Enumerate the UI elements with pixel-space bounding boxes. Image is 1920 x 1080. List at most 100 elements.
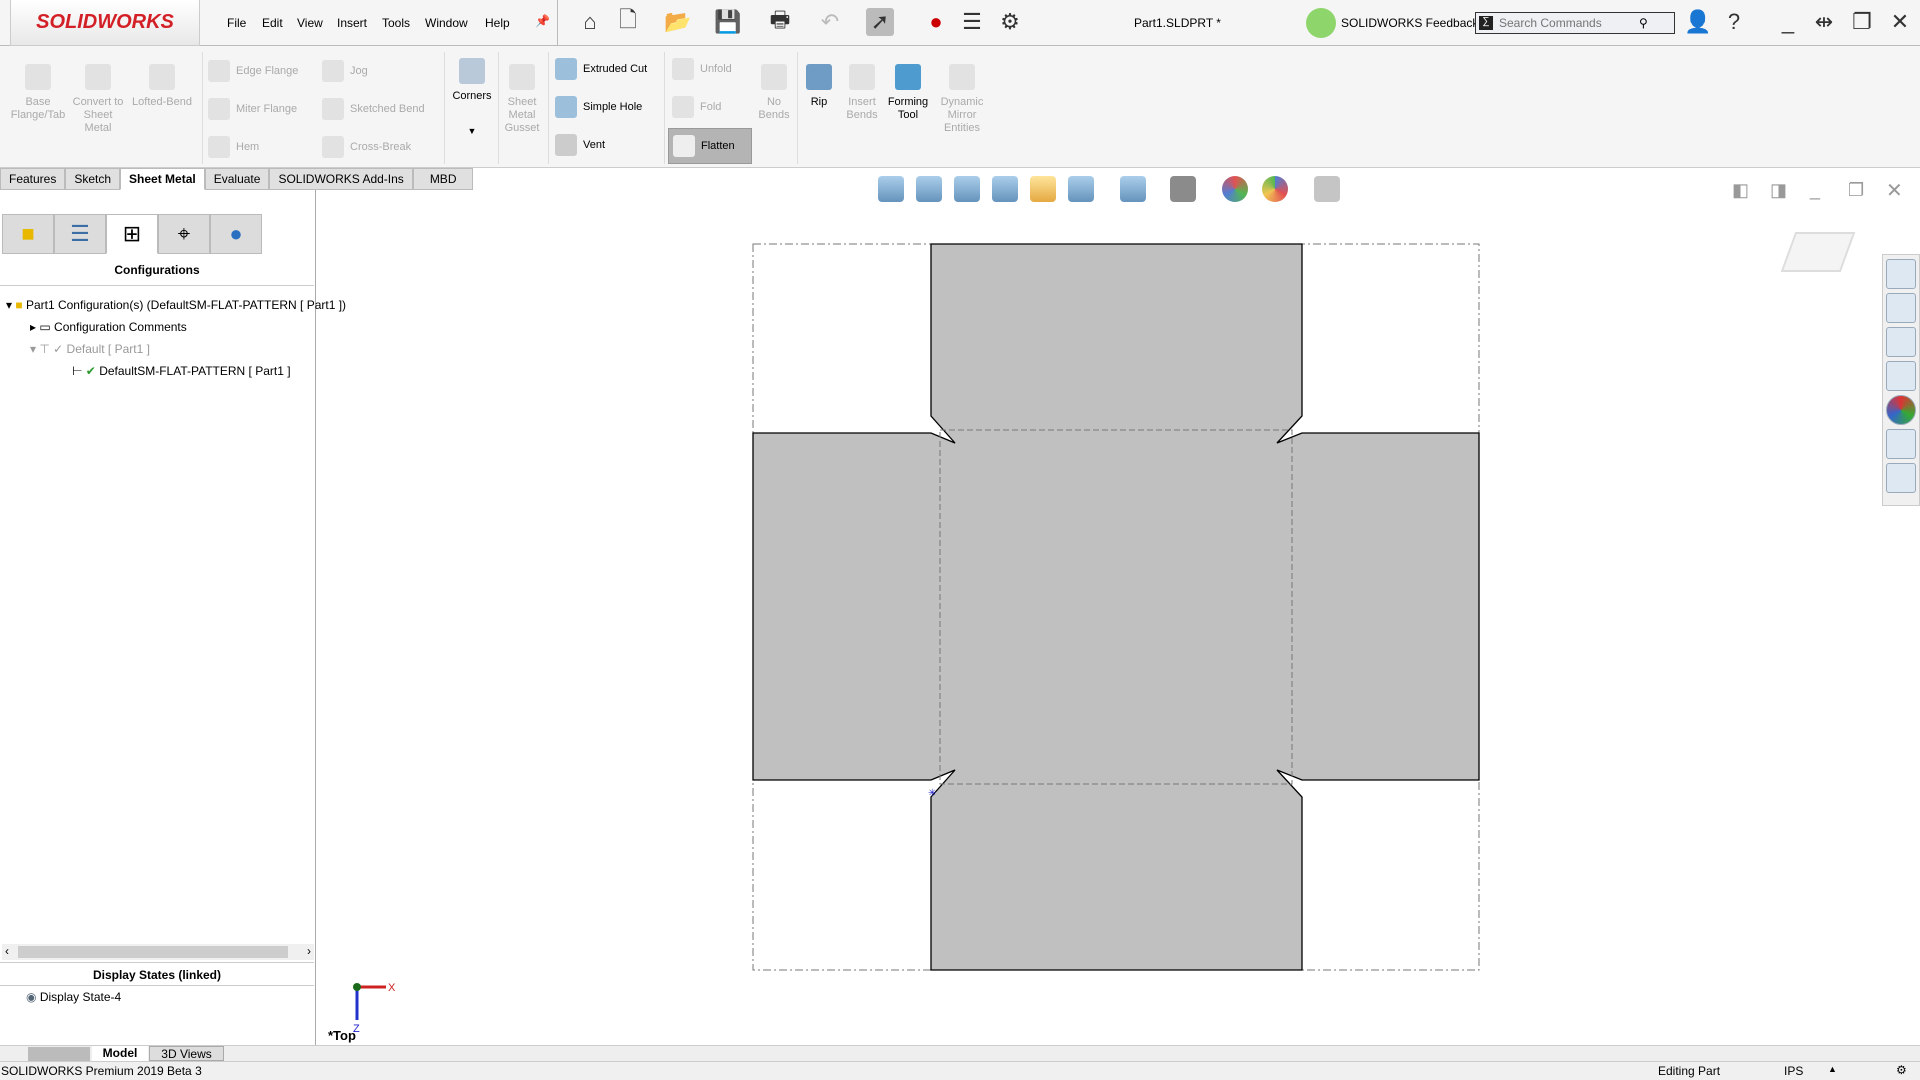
tree-item-comments[interactable]: ▸ ▭ Configuration Comments [30,320,187,334]
feature-manager-tab-icon[interactable]: ■ [2,214,54,254]
tree-item-default[interactable]: ▾ ⊤ ✓ Default [ Part1 ] [30,342,150,356]
no-bends-button[interactable]: No Bends [756,64,792,122]
corners-dropdown-icon[interactable]: ▼ [448,125,496,138]
miter-flange-button[interactable]: Miter Flange [208,98,297,120]
feedback-link[interactable]: SOLIDWORKS Feedback [1341,16,1478,30]
units-dropdown-icon[interactable]: ▲ [1828,1064,1837,1074]
tab-3d-views[interactable]: 3D Views [149,1046,224,1061]
file-explorer-icon[interactable] [1886,327,1916,357]
tab-evaluate[interactable]: Evaluate [204,168,270,190]
tree-item-flat-pattern[interactable]: ⊢ ✔ DefaultSM-FLAT-PATTERN [ Part1 ] [72,364,291,378]
user-icon[interactable]: 👤 [1684,8,1712,36]
feedback-smiley-icon[interactable] [1306,8,1336,38]
display-manager-tab-icon[interactable]: ● [210,214,262,254]
menu-help[interactable]: Help [485,16,510,30]
configuration-manager-tab-icon[interactable]: ⊞ [106,214,158,254]
tab-scroll-arrows[interactable] [28,1047,90,1061]
file-properties-icon[interactable]: ☰ [958,8,986,36]
tab-model[interactable]: Model [92,1046,148,1061]
insert-bends-button[interactable]: Insert Bends [840,64,884,122]
menu-tools[interactable]: Tools [382,16,410,30]
help-icon[interactable]: ? [1720,8,1748,36]
corners-button[interactable]: Corners ▼ [448,58,496,138]
triad-icon: X Z [353,982,396,1035]
jog-button[interactable]: Jog [322,60,368,82]
restore-icon[interactable]: ❐ [1848,8,1876,36]
convert-to-sheet-metal-button[interactable]: Convert to Sheet Metal [70,64,126,135]
menu-edit[interactable]: Edit [262,16,283,30]
simple-hole-button[interactable]: Simple Hole [555,96,642,118]
convert-icon [85,64,111,90]
sketched-bend-button[interactable]: Sketched Bend [322,98,425,120]
flat-pattern-part[interactable] [752,243,1480,971]
tab-mbd[interactable]: MBD [412,168,474,190]
tab-features[interactable]: Features [0,168,66,190]
hem-button[interactable]: Hem [208,136,259,158]
collapse-icon[interactable]: ▾ [6,298,15,312]
menu-insert[interactable]: Insert [337,16,367,30]
search-icon[interactable]: ⚲ [1639,16,1648,30]
new-document-icon[interactable]: 🗋 [614,7,642,36]
solidworks-resources-icon[interactable] [1886,259,1916,289]
edge-flange-button[interactable]: Edge Flange [208,60,298,82]
tab-sketch[interactable]: Sketch [65,168,121,190]
tab-sheet-metal[interactable]: Sheet Metal [120,168,205,190]
cross-break-button[interactable]: Cross-Break [322,136,411,158]
custom-properties-icon[interactable] [1886,429,1916,459]
origin-marker: ✳ [928,788,936,799]
forming-tool-button[interactable]: Forming Tool [884,64,932,122]
search-commands-field[interactable]: ∑ ⚲ [1475,12,1675,34]
extruded-cut-button[interactable]: Extruded Cut [555,58,647,80]
lofted-bend-button[interactable]: Lofted-Bend [128,64,196,109]
home-icon[interactable]: ⌂ [576,8,604,36]
options-gear-icon[interactable]: ⚙ [996,8,1024,36]
forum-icon[interactable] [1886,463,1916,493]
expand-icon[interactable]: ▸ [30,320,39,334]
minimize-icon[interactable]: _ [1774,8,1802,36]
unfold-button[interactable]: Unfold [672,58,732,80]
collapse-icon[interactable]: ▾ [30,342,39,356]
tree-root[interactable]: ▾ ■ Part1 Configuration(s) (DefaultSM-FL… [6,298,346,312]
pin-icon[interactable]: 📌 [535,14,550,28]
rip-icon [806,64,832,90]
sheet-metal-gusset-button[interactable]: Sheet Metal Gusset [500,64,544,135]
units-selector[interactable]: IPS [1784,1064,1803,1078]
horizontal-scrollbar[interactable]: ‹ › [2,944,314,960]
viewport-close-icon[interactable]: ✕ [1886,178,1903,203]
rip-button[interactable]: Rip [802,64,836,109]
save-icon[interactable]: 💾 [714,8,742,36]
design-library-icon[interactable] [1886,293,1916,323]
vent-button[interactable]: Vent [555,134,605,156]
command-manager-tabs: Features Sketch Sheet Metal Evaluate SOL… [0,168,474,190]
rebuild-icon[interactable]: ● [922,8,950,36]
cross-break-icon [322,136,344,158]
bottom-tabs: Model 3D Views [0,1045,1920,1061]
base-flange-button[interactable]: Base Flange/Tab [8,64,68,122]
dynamic-mirror-button[interactable]: Dynamic Mirror Entities [934,64,990,135]
dimxpert-tab-icon[interactable]: ⌖ [158,214,210,254]
tab-add-ins[interactable]: SOLIDWORKS Add-Ins [269,168,413,190]
select-icon[interactable]: ➚ [866,8,894,36]
split-window-icon[interactable]: ⇹ [1810,8,1838,36]
menu-window[interactable]: Window [425,16,468,30]
property-manager-tab-icon[interactable]: ☰ [54,214,106,254]
appearances-icon[interactable] [1886,395,1916,425]
undo-icon[interactable]: ↶ [816,8,844,36]
view-palette-icon[interactable] [1886,361,1916,391]
fold-button[interactable]: Fold [672,96,721,118]
menu-view[interactable]: View [297,16,323,30]
task-pane [1882,254,1920,506]
customize-status-icon[interactable]: ⚙ [1896,1063,1907,1077]
graphics-area[interactable]: ✳ X Z *Top [316,190,1882,1045]
simple-hole-icon [555,96,577,118]
insert-bends-icon [849,64,875,90]
close-icon[interactable]: ✕ [1886,8,1914,36]
menu-file[interactable]: File [227,16,246,30]
display-state-item[interactable]: ◉ Display State-4 [26,990,121,1004]
flatten-button[interactable]: Flatten [668,128,752,164]
open-icon[interactable]: 📂 [664,8,692,36]
search-input[interactable] [1499,16,1639,30]
print-icon[interactable]: 🖶 [766,7,794,36]
jog-icon [322,60,344,82]
solidworks-logo[interactable]: SOLIDWORKS [10,0,200,46]
